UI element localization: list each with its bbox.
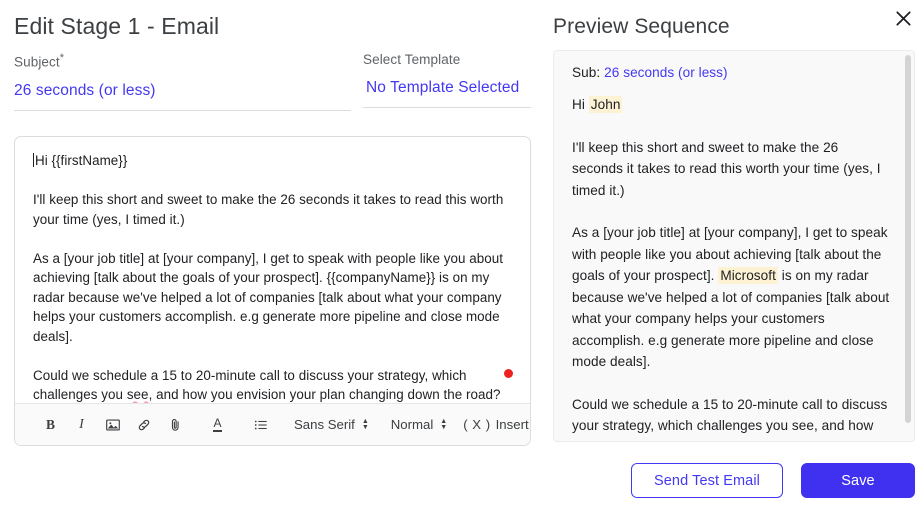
italic-button[interactable]: I [72, 413, 91, 437]
editor-paragraph-3: As a [your job title] at [your company],… [33, 250, 504, 344]
bold-button[interactable]: B [41, 413, 60, 437]
editor-paragraph-4: Could we schedule a 15 to 20-minute call… [33, 367, 501, 403]
insert-variable-button[interactable]: ( X ) Insert variable [463, 417, 530, 432]
font-size-select[interactable]: Normal ▲ ▼ [391, 417, 447, 432]
updown-chevron-icon: ▲ ▼ [361, 417, 369, 431]
save-button[interactable]: Save [801, 463, 915, 498]
link-icon[interactable] [134, 413, 153, 437]
text-caret [33, 153, 34, 167]
subject-label: Subject* [14, 52, 65, 70]
unsaved-indicator-dot [504, 369, 513, 378]
preview-subject-line: Sub: 26 seconds (or less) [572, 65, 892, 80]
preview-merged-name: John [588, 96, 623, 113]
variable-x-icon: ( X ) [463, 417, 491, 432]
preview-paragraph-3: Could we schedule a 15 to 20-minute call… [572, 396, 888, 442]
preview-title: Preview Sequence [553, 15, 730, 38]
email-body-editor[interactable]: Hi {{firstName}} I'll keep this short an… [14, 136, 531, 446]
preview-merged-company: Microsoft [718, 267, 778, 284]
select-template-field[interactable]: Select Template No Template Selected [363, 52, 531, 108]
preview-scrollbar[interactable] [905, 55, 911, 423]
font-size-value: Normal [390, 417, 434, 432]
misspelled-word: see [126, 387, 149, 402]
bulleted-list-icon[interactable] [251, 413, 270, 437]
editor-toolbar: B I A Sans Serif ▲ ▼ Normal ▲ ▼ (X) In… [15, 403, 530, 445]
preview-paragraph-1: I'll keep this short and sweet to make t… [572, 139, 881, 198]
editor-paragraph-2: I'll keep this short and sweet to make t… [33, 192, 504, 227]
editor-paragraph-1: Hi {{firstName}} [33, 153, 128, 168]
select-template-underline [363, 107, 531, 108]
preview-greeting: Hi John [572, 96, 623, 113]
preview-panel: Preview Sequence Sub: 26 seconds (or less… [545, 0, 923, 510]
attachment-icon[interactable] [165, 413, 184, 437]
email-editor-panel: Edit Stage 1 - Email Subject* 26 seconds… [0, 0, 545, 510]
preview-paragraph-2: As a [your job title] at [your company],… [572, 225, 890, 369]
required-marker: * [59, 52, 65, 64]
preview-email-content: Sub: 26 seconds (or less) Hi John I'll ke… [554, 51, 914, 442]
select-template-value[interactable]: No Template Selected [363, 79, 531, 97]
edit-stage-email-dialog: Edit Stage 1 - Email Subject* 26 seconds… [0, 0, 923, 510]
subject-field[interactable]: Subject* 26 seconds (or less) [14, 52, 351, 111]
close-icon[interactable] [891, 6, 915, 30]
dialog-actions: Send Test Email Save [553, 463, 915, 498]
subject-underline [14, 109, 351, 111]
select-template-label: Select Template [363, 52, 461, 67]
preview-scroll-area[interactable]: Sub: 26 seconds (or less) Hi John I'll ke… [553, 50, 915, 442]
insert-variable-label: Insert variable [495, 417, 530, 432]
preview-subject-value: 26 seconds (or less) [604, 65, 728, 80]
font-family-value: Sans Serif [294, 417, 355, 432]
updown-chevron-icon: ▲ ▼ [440, 417, 448, 431]
page-title: Edit Stage 1 - Email [14, 13, 220, 39]
preview-subject-label: Sub: [572, 65, 601, 80]
send-test-email-button[interactable]: Send Test Email [631, 463, 783, 498]
text-color-icon[interactable]: A [208, 413, 227, 437]
font-family-select[interactable]: Sans Serif ▲ ▼ [294, 417, 369, 432]
image-icon[interactable] [103, 413, 122, 437]
email-body-text[interactable]: Hi {{firstName}} I'll keep this short an… [15, 137, 530, 403]
subject-input[interactable]: 26 seconds (or less) [14, 82, 351, 100]
